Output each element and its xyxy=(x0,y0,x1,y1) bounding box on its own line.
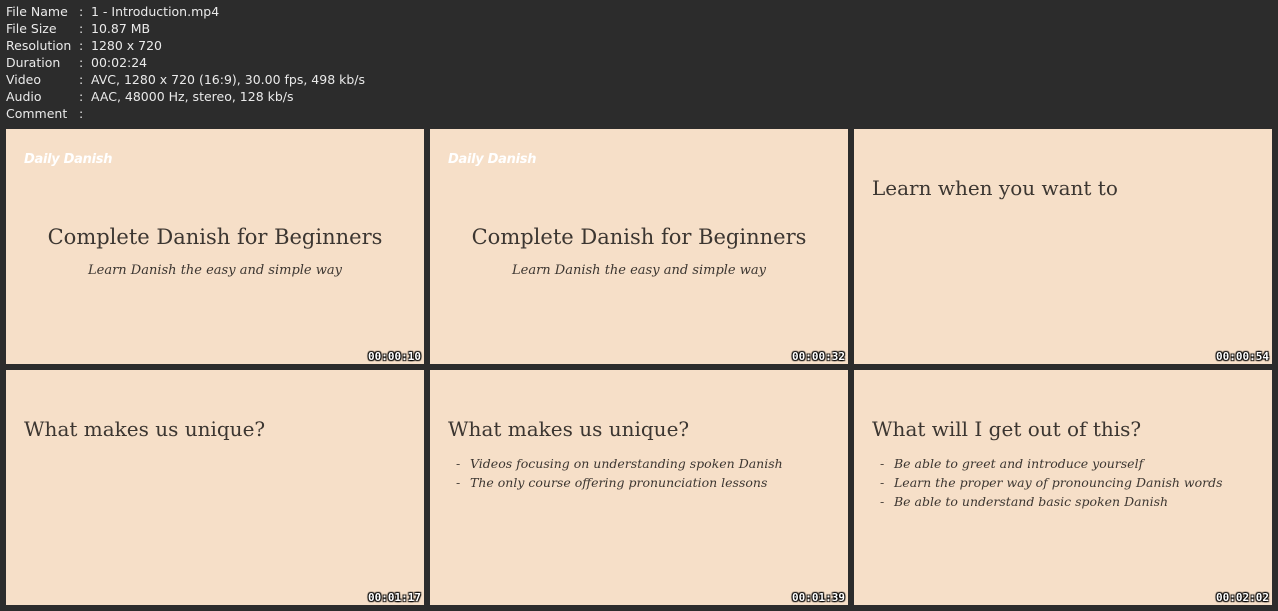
thumbnail-6[interactable]: What will I get out of this? - Be able to… xyxy=(854,370,1272,605)
slide-title: Complete Danish for Beginners xyxy=(471,225,807,249)
slide-heading: What makes us unique? xyxy=(448,417,690,441)
metadata-row-file-name: File Name : 1 - Introduction.mp4 xyxy=(6,3,365,20)
bullet-item: - Learn the proper way of pronouncing Dan… xyxy=(880,473,1223,492)
thumbnail-2[interactable]: Daily Danish Complete Danish for Beginne… xyxy=(430,129,848,364)
slide-heading: What makes us unique? xyxy=(24,417,266,441)
metadata-key: File Size xyxy=(6,21,57,36)
metadata-row-video: Video : AVC, 1280 x 720 (16:9), 30.00 fp… xyxy=(6,71,365,88)
bullet-list: - Videos focusing on understanding spoken… xyxy=(456,454,783,492)
metadata-separator: : xyxy=(79,38,84,53)
metadata-separator: : xyxy=(79,21,84,36)
bullet-item: - Videos focusing on understanding spoken… xyxy=(456,454,783,473)
timestamp: 00:00:54 xyxy=(1216,350,1269,363)
thumbnail-3[interactable]: Learn when you want to 00:00:54 xyxy=(854,129,1272,364)
metadata-row-audio: Audio : AAC, 48000 Hz, stereo, 128 kb/s xyxy=(6,88,365,105)
timestamp: 00:01:17 xyxy=(368,591,421,604)
metadata-row-duration: Duration : 00:02:24 xyxy=(6,54,365,71)
bullet-text: Be able to greet and introduce yourself xyxy=(894,456,1144,471)
metadata-separator: : xyxy=(79,72,84,87)
bullet-dash: - xyxy=(456,475,461,490)
metadata-key: Resolution xyxy=(6,38,72,53)
bullet-dash: - xyxy=(456,456,461,471)
bullet-text: Be able to understand basic spoken Danis… xyxy=(894,494,1169,509)
bullet-dash: - xyxy=(880,494,885,509)
bullet-text: Videos focusing on understanding spoken … xyxy=(470,456,783,471)
bullet-dash: - xyxy=(880,456,885,471)
bullet-list: - Be able to greet and introduce yourself… xyxy=(880,454,1223,511)
slide-heading: Learn when you want to xyxy=(872,176,1118,200)
metadata-key: Video xyxy=(6,72,42,87)
timestamp: 00:00:32 xyxy=(792,350,845,363)
metadata-row-resolution: Resolution : 1280 x 720 xyxy=(6,37,365,54)
metadata-row-file-size: File Size : 10.87 MB xyxy=(6,20,365,37)
metadata-value: 10.87 MB xyxy=(91,21,151,36)
file-metadata: File Name : 1 - Introduction.mp4 File Si… xyxy=(6,3,365,122)
timestamp: 00:00:10 xyxy=(368,350,421,363)
metadata-key: Duration xyxy=(6,55,61,70)
metadata-key: Audio xyxy=(6,89,42,104)
metadata-separator: : xyxy=(79,55,84,70)
daily-danish-logo: Daily Danish xyxy=(24,152,113,167)
metadata-value: 00:02:24 xyxy=(91,55,148,70)
metadata-key: Comment xyxy=(6,106,68,121)
bullet-text: Learn the proper way of pronouncing Dani… xyxy=(894,475,1223,490)
metadata-key: File Name xyxy=(6,4,68,19)
metadata-value: AVC, 1280 x 720 (16:9), 30.00 fps, 498 k… xyxy=(91,72,366,87)
bullet-item: - Be able to greet and introduce yourself xyxy=(880,454,1223,473)
metadata-value: 1 - Introduction.mp4 xyxy=(91,4,220,19)
slide-heading: What will I get out of this? xyxy=(872,417,1142,441)
bullet-item: - The only course offering pronunciation … xyxy=(456,473,783,492)
bullet-item: - Be able to understand basic spoken Dani… xyxy=(880,492,1223,511)
bullet-dash: - xyxy=(880,475,885,490)
timestamp: 00:02:02 xyxy=(1216,591,1269,604)
slide-subtitle: Learn Danish the easy and simple way xyxy=(512,263,766,278)
daily-danish-logo: Daily Danish xyxy=(448,152,537,167)
metadata-separator: : xyxy=(79,89,84,104)
thumbnail-1[interactable]: Daily Danish Complete Danish for Beginne… xyxy=(6,129,424,364)
slide-subtitle: Learn Danish the easy and simple way xyxy=(88,263,342,278)
metadata-separator: : xyxy=(79,4,84,19)
bullet-text: The only course offering pronunciation l… xyxy=(470,475,768,490)
timestamp: 00:01:39 xyxy=(792,591,845,604)
metadata-separator: : xyxy=(79,106,84,121)
slide-title: Complete Danish for Beginners xyxy=(47,225,383,249)
metadata-value: AAC, 48000 Hz, stereo, 128 kb/s xyxy=(91,89,294,104)
metadata-row-comment: Comment : xyxy=(6,105,365,122)
thumbnail-4[interactable]: What makes us unique? 00:01:17 xyxy=(6,370,424,605)
thumbnail-5[interactable]: What makes us unique? - Videos focusing o… xyxy=(430,370,848,605)
metadata-value: 1280 x 720 xyxy=(91,38,163,53)
